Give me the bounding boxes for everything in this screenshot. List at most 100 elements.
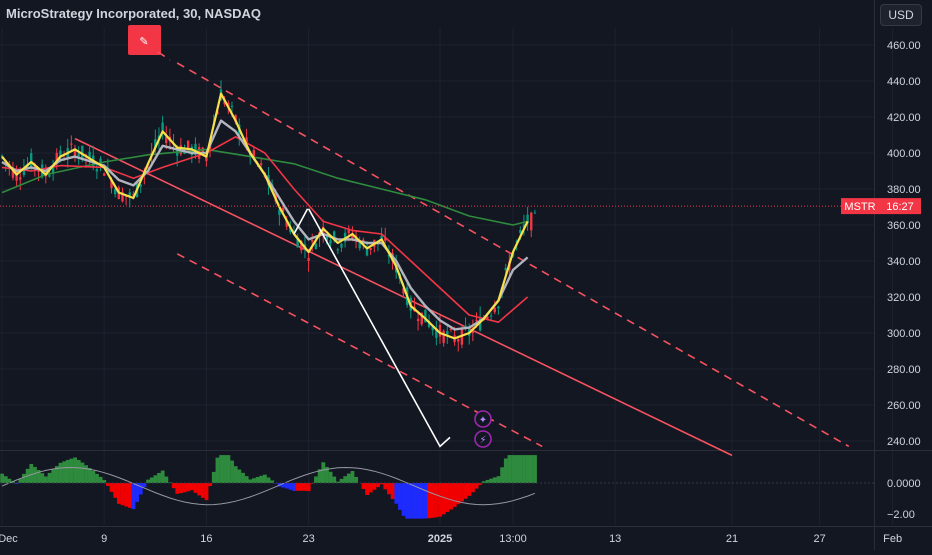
oscillator-bar xyxy=(497,476,501,483)
oscillator-bar xyxy=(383,483,387,489)
oscillator-bar xyxy=(409,483,413,519)
candle-body xyxy=(187,141,189,149)
oscillator-bar xyxy=(300,483,304,491)
oscillator-bar xyxy=(132,483,136,509)
oscillator-bar xyxy=(303,483,307,491)
oscillator-bar xyxy=(376,483,380,487)
oscillator-bar xyxy=(500,467,504,483)
oscillator-bar xyxy=(526,455,530,483)
oscillator-bar xyxy=(511,455,515,483)
oscillator-bar xyxy=(95,474,99,483)
candle-body xyxy=(497,307,499,309)
oscillator-bar xyxy=(362,483,366,489)
oscillator-bar xyxy=(402,483,406,516)
oscillator-bar xyxy=(66,460,70,483)
oscillator-bar xyxy=(446,483,450,512)
candle-body xyxy=(30,153,32,168)
candle-body xyxy=(48,175,50,177)
price-tick-label: 440.00 xyxy=(887,76,921,88)
oscillator-bar xyxy=(29,464,33,483)
oscillator-bar xyxy=(405,483,409,519)
oscillator-bar xyxy=(365,483,369,495)
oscillator-bar xyxy=(150,478,154,483)
oscillator-bar xyxy=(99,477,103,483)
countdown-tag-label: 16:27 xyxy=(886,201,914,213)
oscillator-bar xyxy=(314,476,318,483)
time-tick-label: 16 xyxy=(200,533,212,545)
oscillator-bar xyxy=(493,477,497,483)
oscillator-bar xyxy=(427,483,431,518)
oscillator-bar xyxy=(343,476,347,483)
chart-area[interactable]: ✎✦⚡460.00440.00420.00400.00380.00360.003… xyxy=(0,0,932,550)
chart-title: MicroStrategy Incorporated, 30, NASDAQ xyxy=(6,6,261,21)
time-tick-label: 13:00 xyxy=(499,533,527,545)
oscillator-bar xyxy=(248,479,252,483)
oscillator-bar xyxy=(285,483,289,489)
oscillator-bar xyxy=(172,483,176,488)
oscillator-bar xyxy=(369,483,373,492)
oscillator-bar xyxy=(48,473,52,483)
time-tick-label: Dec xyxy=(0,533,18,545)
currency-button[interactable]: USD xyxy=(880,4,922,26)
oscillator-bar xyxy=(121,483,125,505)
time-tick-label: 21 xyxy=(726,533,738,545)
oscillator-bar xyxy=(40,473,44,483)
oscillator-bar xyxy=(340,479,344,483)
chart-svg[interactable]: ✎✦⚡460.00440.00420.00400.00380.00360.003… xyxy=(0,0,932,550)
oscillator-bar xyxy=(237,470,241,483)
oscillator-bar xyxy=(227,455,231,483)
oscillator-bar xyxy=(398,483,402,510)
oscillator-bar xyxy=(453,483,457,507)
candle-body xyxy=(417,319,419,321)
candle-body xyxy=(70,144,72,145)
candle-body xyxy=(366,249,368,255)
price-tick-label: 400.00 xyxy=(887,148,921,160)
oscillator-bar xyxy=(475,483,479,489)
oscillator-bar xyxy=(252,478,256,483)
oscillator-bar xyxy=(186,483,190,491)
oscillator-bar xyxy=(216,458,220,483)
oscillator-bar xyxy=(241,473,245,483)
candle-body xyxy=(534,213,536,214)
oscillator-bar xyxy=(212,472,216,483)
price-tick-label: 320.00 xyxy=(887,292,921,304)
oscillator-bar xyxy=(124,483,128,506)
oscillator-bar xyxy=(157,473,161,483)
oscillator-bar xyxy=(73,458,77,483)
oscillator-bar xyxy=(394,483,398,504)
price-tick-label: 260.00 xyxy=(887,400,921,412)
price-tick-label: 460.00 xyxy=(887,40,921,52)
oscillator-bar xyxy=(175,483,179,494)
candle-body xyxy=(81,146,83,158)
candle-body xyxy=(96,169,98,171)
oscillator-bar xyxy=(139,483,143,494)
candle-body xyxy=(369,248,371,250)
oscillator-bar xyxy=(431,483,435,518)
oscillator-bar xyxy=(471,483,475,492)
candle-body xyxy=(457,339,459,341)
oscillator-bar xyxy=(522,455,526,483)
oscillator-bar xyxy=(223,455,227,483)
oscillator-bar xyxy=(22,474,26,483)
oscillator-bar xyxy=(438,483,442,517)
oscillator-bar xyxy=(33,467,37,483)
candle-body xyxy=(260,163,262,164)
oscillator-bar xyxy=(332,477,336,483)
oscillator-bar xyxy=(489,479,493,483)
candle-body xyxy=(530,213,532,231)
oscillator-bar xyxy=(413,483,417,519)
oscillator-bar xyxy=(0,474,4,483)
candle-body xyxy=(19,177,21,179)
flash-icon-glyph: ⚡ xyxy=(479,435,486,446)
oscillator-bar xyxy=(296,483,300,491)
oscillator-bar xyxy=(373,483,377,490)
oscillator-bar xyxy=(194,483,198,493)
pencil-icon: ✎ xyxy=(139,36,148,48)
oscillator-bar xyxy=(354,477,358,483)
oscillator-bar xyxy=(289,483,293,490)
chart-background xyxy=(0,0,932,550)
oscillator-bar xyxy=(201,483,205,498)
price-tick-label: 420.00 xyxy=(887,112,921,124)
oscillator-bar xyxy=(51,469,55,483)
time-tick-label: Feb xyxy=(883,533,902,545)
